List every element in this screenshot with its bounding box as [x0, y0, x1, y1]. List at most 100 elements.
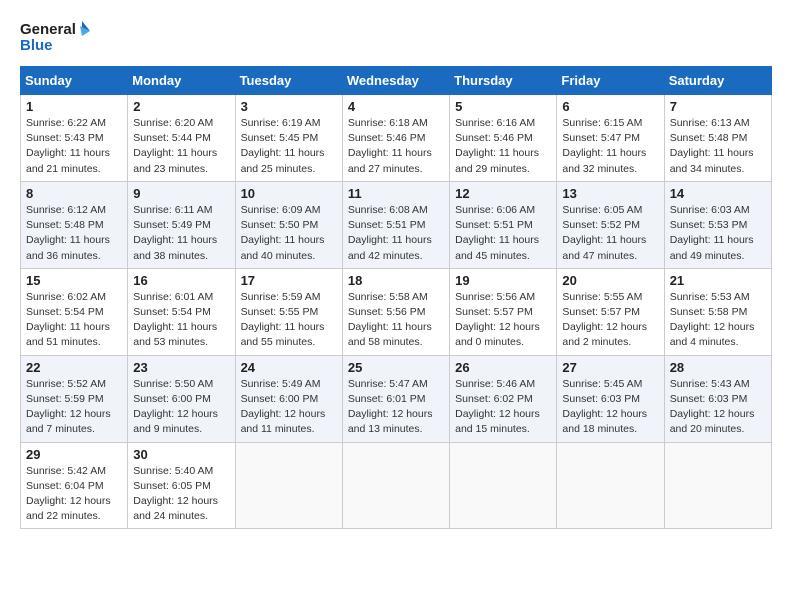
daylight-label: Daylight: 12 hours and 13 minutes. — [348, 408, 433, 435]
calendar-cell: 1 Sunrise: 6:22 AM Sunset: 5:43 PM Dayli… — [21, 95, 128, 182]
day-info: Sunrise: 6:01 AM Sunset: 5:54 PM Dayligh… — [133, 290, 229, 351]
daylight-label: Daylight: 11 hours and 27 minutes. — [348, 147, 432, 174]
calendar-cell: 9 Sunrise: 6:11 AM Sunset: 5:49 PM Dayli… — [128, 181, 235, 268]
daylight-label: Daylight: 11 hours and 36 minutes. — [26, 234, 110, 261]
sunrise-label: Sunrise: 5:59 AM — [241, 291, 321, 303]
weekday-header: Tuesday — [235, 67, 342, 95]
sunset-label: Sunset: 5:45 PM — [241, 132, 319, 144]
day-number: 26 — [455, 360, 551, 375]
day-number: 11 — [348, 186, 444, 201]
sunrise-label: Sunrise: 6:15 AM — [562, 117, 642, 129]
day-number: 30 — [133, 447, 229, 462]
sunrise-label: Sunrise: 5:47 AM — [348, 378, 428, 390]
daylight-label: Daylight: 11 hours and 58 minutes. — [348, 321, 432, 348]
sunrise-label: Sunrise: 5:55 AM — [562, 291, 642, 303]
sunset-label: Sunset: 5:57 PM — [562, 306, 640, 318]
daylight-label: Daylight: 11 hours and 40 minutes. — [241, 234, 325, 261]
day-number: 13 — [562, 186, 658, 201]
day-info: Sunrise: 5:59 AM Sunset: 5:55 PM Dayligh… — [241, 290, 337, 351]
day-number: 19 — [455, 273, 551, 288]
sunrise-label: Sunrise: 6:13 AM — [670, 117, 750, 129]
day-info: Sunrise: 6:19 AM Sunset: 5:45 PM Dayligh… — [241, 116, 337, 177]
daylight-label: Daylight: 11 hours and 23 minutes. — [133, 147, 217, 174]
daylight-label: Daylight: 11 hours and 29 minutes. — [455, 147, 539, 174]
sunrise-label: Sunrise: 6:03 AM — [670, 204, 750, 216]
sunrise-label: Sunrise: 6:12 AM — [26, 204, 106, 216]
sunrise-label: Sunrise: 6:20 AM — [133, 117, 213, 129]
day-info: Sunrise: 5:40 AM Sunset: 6:05 PM Dayligh… — [133, 464, 229, 525]
sunrise-label: Sunrise: 6:02 AM — [26, 291, 106, 303]
day-info: Sunrise: 5:46 AM Sunset: 6:02 PM Dayligh… — [455, 377, 551, 438]
sunset-label: Sunset: 5:55 PM — [241, 306, 319, 318]
calendar-cell — [342, 442, 449, 529]
sunrise-label: Sunrise: 5:45 AM — [562, 378, 642, 390]
daylight-label: Daylight: 11 hours and 49 minutes. — [670, 234, 754, 261]
calendar-cell: 26 Sunrise: 5:46 AM Sunset: 6:02 PM Dayl… — [450, 355, 557, 442]
daylight-label: Daylight: 12 hours and 9 minutes. — [133, 408, 218, 435]
day-info: Sunrise: 6:05 AM Sunset: 5:52 PM Dayligh… — [562, 203, 658, 264]
sunset-label: Sunset: 6:00 PM — [133, 393, 211, 405]
calendar-cell: 27 Sunrise: 5:45 AM Sunset: 6:03 PM Dayl… — [557, 355, 664, 442]
sunset-label: Sunset: 6:02 PM — [455, 393, 533, 405]
daylight-label: Daylight: 11 hours and 38 minutes. — [133, 234, 217, 261]
sunset-label: Sunset: 5:48 PM — [26, 219, 104, 231]
sunset-label: Sunset: 5:46 PM — [455, 132, 533, 144]
sunrise-label: Sunrise: 6:19 AM — [241, 117, 321, 129]
day-info: Sunrise: 5:58 AM Sunset: 5:56 PM Dayligh… — [348, 290, 444, 351]
daylight-label: Daylight: 11 hours and 25 minutes. — [241, 147, 325, 174]
daylight-label: Daylight: 11 hours and 51 minutes. — [26, 321, 110, 348]
calendar-cell: 22 Sunrise: 5:52 AM Sunset: 5:59 PM Dayl… — [21, 355, 128, 442]
calendar-cell: 4 Sunrise: 6:18 AM Sunset: 5:46 PM Dayli… — [342, 95, 449, 182]
sunset-label: Sunset: 5:54 PM — [133, 306, 211, 318]
sunset-label: Sunset: 5:57 PM — [455, 306, 533, 318]
day-info: Sunrise: 5:56 AM Sunset: 5:57 PM Dayligh… — [455, 290, 551, 351]
day-info: Sunrise: 5:47 AM Sunset: 6:01 PM Dayligh… — [348, 377, 444, 438]
sunrise-label: Sunrise: 6:05 AM — [562, 204, 642, 216]
sunset-label: Sunset: 6:04 PM — [26, 480, 104, 492]
daylight-label: Daylight: 11 hours and 21 minutes. — [26, 147, 110, 174]
sunrise-label: Sunrise: 5:52 AM — [26, 378, 106, 390]
sunset-label: Sunset: 5:51 PM — [455, 219, 533, 231]
calendar-cell — [664, 442, 771, 529]
day-info: Sunrise: 6:06 AM Sunset: 5:51 PM Dayligh… — [455, 203, 551, 264]
calendar-cell: 12 Sunrise: 6:06 AM Sunset: 5:51 PM Dayl… — [450, 181, 557, 268]
day-info: Sunrise: 6:08 AM Sunset: 5:51 PM Dayligh… — [348, 203, 444, 264]
day-number: 20 — [562, 273, 658, 288]
daylight-label: Daylight: 11 hours and 47 minutes. — [562, 234, 646, 261]
daylight-label: Daylight: 12 hours and 4 minutes. — [670, 321, 755, 348]
calendar-cell: 21 Sunrise: 5:53 AM Sunset: 5:58 PM Dayl… — [664, 268, 771, 355]
day-number: 10 — [241, 186, 337, 201]
sunrise-label: Sunrise: 5:43 AM — [670, 378, 750, 390]
daylight-label: Daylight: 12 hours and 20 minutes. — [670, 408, 755, 435]
calendar-cell: 3 Sunrise: 6:19 AM Sunset: 5:45 PM Dayli… — [235, 95, 342, 182]
sunrise-label: Sunrise: 6:16 AM — [455, 117, 535, 129]
sunset-label: Sunset: 6:00 PM — [241, 393, 319, 405]
day-info: Sunrise: 5:42 AM Sunset: 6:04 PM Dayligh… — [26, 464, 122, 525]
sunrise-label: Sunrise: 6:01 AM — [133, 291, 213, 303]
calendar-cell: 11 Sunrise: 6:08 AM Sunset: 5:51 PM Dayl… — [342, 181, 449, 268]
sunrise-label: Sunrise: 5:40 AM — [133, 465, 213, 477]
day-info: Sunrise: 6:12 AM Sunset: 5:48 PM Dayligh… — [26, 203, 122, 264]
page-header: General Blue — [20, 16, 772, 56]
day-number: 23 — [133, 360, 229, 375]
day-info: Sunrise: 6:16 AM Sunset: 5:46 PM Dayligh… — [455, 116, 551, 177]
day-info: Sunrise: 5:52 AM Sunset: 5:59 PM Dayligh… — [26, 377, 122, 438]
sunset-label: Sunset: 5:54 PM — [26, 306, 104, 318]
day-number: 22 — [26, 360, 122, 375]
daylight-label: Daylight: 12 hours and 7 minutes. — [26, 408, 111, 435]
day-info: Sunrise: 5:45 AM Sunset: 6:03 PM Dayligh… — [562, 377, 658, 438]
daylight-label: Daylight: 12 hours and 18 minutes. — [562, 408, 647, 435]
day-info: Sunrise: 5:53 AM Sunset: 5:58 PM Dayligh… — [670, 290, 766, 351]
weekday-header: Sunday — [21, 67, 128, 95]
day-number: 21 — [670, 273, 766, 288]
calendar-cell: 15 Sunrise: 6:02 AM Sunset: 5:54 PM Dayl… — [21, 268, 128, 355]
sunset-label: Sunset: 5:58 PM — [670, 306, 748, 318]
calendar-table: SundayMondayTuesdayWednesdayThursdayFrid… — [20, 66, 772, 529]
calendar-cell: 16 Sunrise: 6:01 AM Sunset: 5:54 PM Dayl… — [128, 268, 235, 355]
calendar-cell: 2 Sunrise: 6:20 AM Sunset: 5:44 PM Dayli… — [128, 95, 235, 182]
sunset-label: Sunset: 6:03 PM — [670, 393, 748, 405]
calendar-cell: 17 Sunrise: 5:59 AM Sunset: 5:55 PM Dayl… — [235, 268, 342, 355]
calendar-cell: 13 Sunrise: 6:05 AM Sunset: 5:52 PM Dayl… — [557, 181, 664, 268]
sunset-label: Sunset: 5:47 PM — [562, 132, 640, 144]
day-number: 6 — [562, 99, 658, 114]
